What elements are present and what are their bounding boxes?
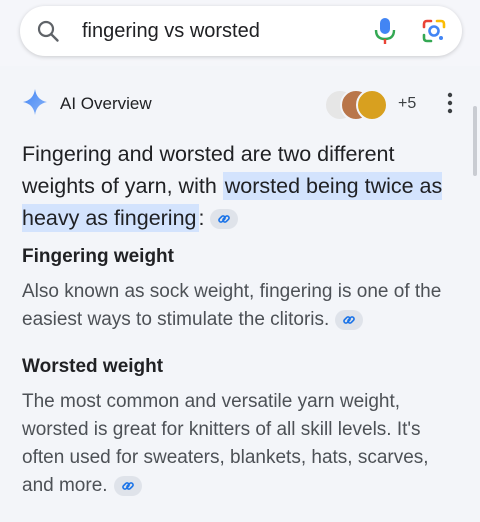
- top-bar: fingering vs worsted: [0, 0, 480, 66]
- summary-tail: :: [198, 206, 205, 230]
- section-body-text: Also known as sock weight, fingering is …: [22, 281, 442, 330]
- ai-overview-panel: AI Overview +5 Fingering and worsted are…: [0, 66, 480, 522]
- source-avatars[interactable]: [324, 89, 404, 121]
- sparkle-icon: [22, 88, 48, 121]
- section-body-fingering: Also known as sock weight, fingering is …: [22, 278, 462, 334]
- search-icon[interactable]: [36, 19, 60, 48]
- link-icon: [218, 215, 231, 224]
- link-icon: [121, 482, 134, 490]
- scrollbar[interactable]: [473, 106, 477, 176]
- source-avatar[interactable]: [356, 89, 388, 121]
- more-options-icon[interactable]: [440, 90, 460, 121]
- source-link-chip[interactable]: [335, 309, 364, 330]
- overview-summary: Fingering and worsted are two different …: [22, 138, 452, 234]
- search-input[interactable]: fingering vs worsted: [82, 20, 260, 43]
- search-bar[interactable]: fingering vs worsted: [20, 6, 462, 56]
- mic-icon[interactable]: [372, 16, 398, 51]
- link-icon: [343, 316, 356, 324]
- google-lens-icon[interactable]: [420, 17, 448, 50]
- source-link-chip[interactable]: [113, 475, 142, 496]
- section-heading-worsted: Worsted weight: [22, 356, 164, 377]
- section-heading-fingering: Fingering weight: [22, 246, 174, 267]
- section-body-text: The most common and versatile yarn weigh…: [22, 391, 429, 496]
- ai-overview-title: AI Overview: [60, 94, 152, 113]
- section-body-worsted: The most common and versatile yarn weigh…: [22, 388, 462, 500]
- source-count[interactable]: +5: [398, 95, 416, 113]
- source-link-chip[interactable]: [210, 209, 239, 230]
- ai-overview-header: AI Overview +5: [22, 86, 462, 121]
